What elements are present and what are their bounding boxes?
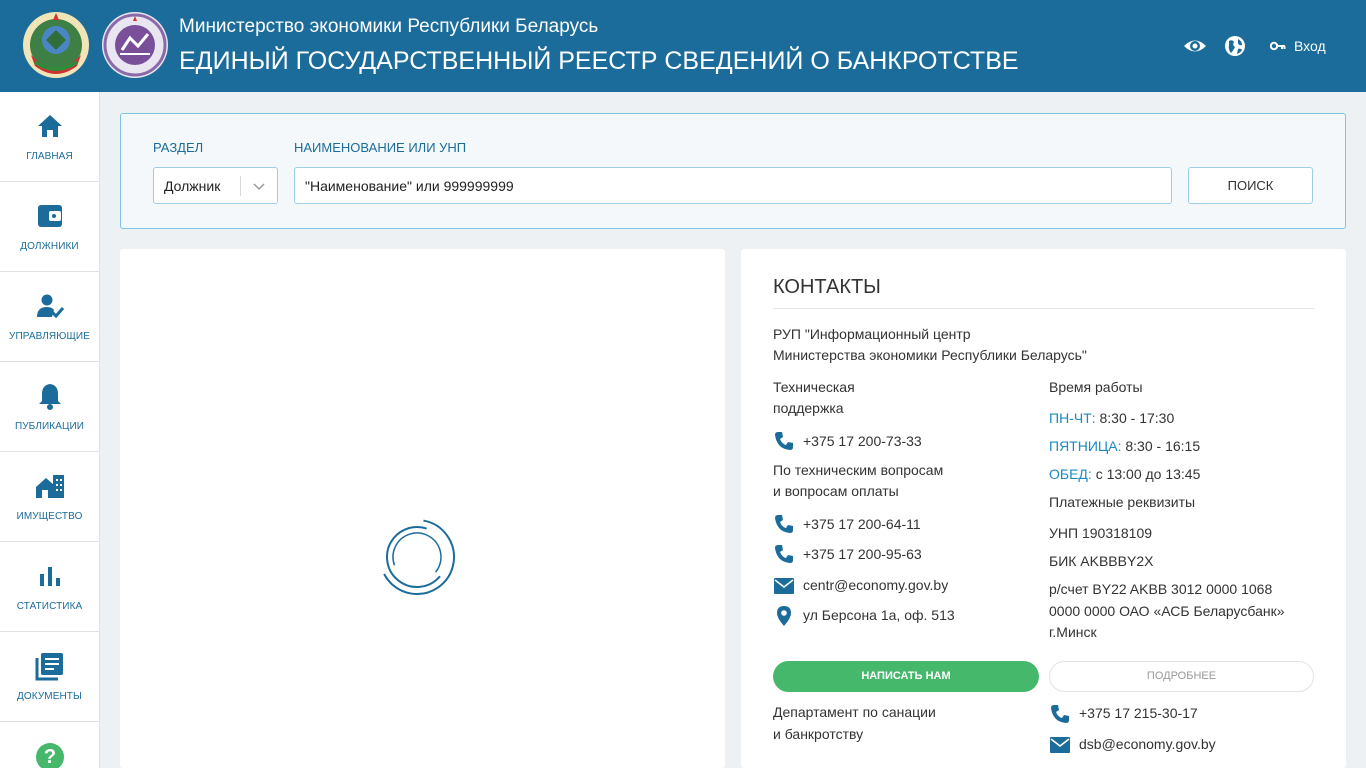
phone-icon: [775, 515, 793, 533]
sidebar-item-label: ГЛАВНАЯ: [26, 151, 73, 162]
location-pin-icon: [777, 606, 791, 626]
login-label: Вход: [1294, 38, 1326, 54]
sidebar-item-label: ДОЛЖНИКИ: [20, 241, 79, 252]
sidebar-item-label: ИМУЩЕСТВО: [16, 511, 83, 522]
sidebar-item-label: ДОКУМЕНТЫ: [17, 691, 82, 702]
home-icon: [38, 115, 62, 137]
payment-title: Платежные реквизиты: [1049, 494, 1196, 510]
documents-icon: [35, 653, 63, 681]
sidebar-item-property[interactable]: ИМУЩЕСТВО: [0, 452, 99, 542]
name-label: НАИМЕНОВАНИЕ ИЛИ УНП: [294, 140, 467, 155]
section-select-value: Должник: [164, 178, 221, 194]
search-input[interactable]: "Наименование" или 999999999: [294, 167, 1172, 204]
phone-icon: [775, 432, 793, 450]
sidebar-item-home[interactable]: ГЛАВНАЯ: [0, 92, 99, 182]
property-icon: [36, 475, 64, 498]
dept-phone[interactable]: +375 17 215-30-17: [1079, 703, 1198, 724]
sidebar: ГЛАВНАЯ ДОЛЖНИКИ УПРАВЛЯЮЩИЕ ПУБЛИКАЦИИ: [0, 92, 100, 768]
sidebar-item-label: СТАТИСТИКА: [16, 601, 83, 612]
header: Министерство экономики Республики Белару…: [0, 0, 1366, 92]
login-button[interactable]: Вход: [1270, 37, 1326, 55]
mail-icon: [1050, 737, 1070, 753]
eye-icon[interactable]: [1183, 35, 1207, 57]
page-title: ЕДИНЫЙ ГОСУДАРСТВЕННЫЙ РЕЕСТР СВЕДЕНИЙ О…: [179, 47, 1019, 75]
sidebar-item-label: УПРАВЛЯЮЩИЕ: [9, 331, 90, 342]
dept-label-line1: Департамент по санации: [773, 704, 936, 720]
sidebar-item-managers[interactable]: УПРАВЛЯЮЩИЕ: [0, 272, 99, 362]
sidebar-item-statistics[interactable]: СТАТИСТИКА: [0, 542, 99, 632]
contact-email[interactable]: centr@economy.gov.by: [803, 575, 948, 596]
payment-account-line1: р/счет BY22 AKBB 3012 0000 1068: [1049, 581, 1273, 597]
bar-chart-icon: [40, 567, 60, 586]
user-check-icon: [37, 294, 65, 319]
mail-icon: [774, 578, 794, 594]
bell-icon: [39, 384, 61, 410]
hours-lunch-label: ОБЕД:: [1049, 466, 1092, 482]
more-button[interactable]: ПОДРОБНЕЕ: [1049, 661, 1314, 692]
key-icon: [1270, 41, 1286, 51]
search-panel: РАЗДЕЛ НАИМЕНОВАНИЕ ИЛИ УНП Должник "Наи…: [120, 113, 1346, 229]
ministry-logo: [102, 12, 168, 78]
hours-title: Время работы: [1049, 379, 1143, 395]
ministry-name: Министерство экономики Республики Белару…: [179, 16, 599, 37]
hours-mon-thu-label: ПН-ЧТ:: [1049, 410, 1096, 426]
tech-label-line1: По техническим вопросам: [773, 462, 944, 478]
support-label-line1: Техническая: [773, 379, 855, 395]
search-button[interactable]: ПОИСК: [1188, 167, 1313, 204]
section-label: РАЗДЕЛ: [153, 140, 204, 155]
tech-label-line2: и вопросам оплаты: [773, 483, 899, 499]
phone-icon: [775, 545, 793, 563]
contact-address: ул Берсона 1а, оф. 513: [803, 607, 955, 623]
help-button[interactable]: ?: [36, 743, 64, 768]
dept-email[interactable]: dsb@economy.gov.by: [1079, 734, 1216, 755]
tech-phone-1[interactable]: +375 17 200-64-11: [803, 514, 921, 535]
wallet-icon: [38, 205, 62, 227]
hours-fri-label: ПЯТНИЦА:: [1049, 438, 1122, 454]
sidebar-item-publications[interactable]: ПУБЛИКАЦИИ: [0, 362, 99, 452]
payment-bik: БИК AKBBBY2X: [1049, 553, 1154, 569]
payment-account-line3: г.Минск: [1049, 624, 1097, 640]
hours-lunch: ОБЕД: с 13:00 до 13:45: [1049, 464, 1200, 485]
section-select[interactable]: Должник: [153, 167, 278, 204]
contacts-title: КОНТАКТЫ: [773, 276, 881, 298]
content-panel: [120, 249, 725, 768]
write-us-button[interactable]: НАПИСАТЬ НАМ: [773, 661, 1039, 692]
org-name-line2: Министерства экономики Республики Белару…: [773, 347, 1087, 363]
hours-fri: ПЯТНИЦА: 8:30 - 16:15: [1049, 436, 1200, 457]
chevron-down-icon: [253, 183, 265, 191]
support-phone[interactable]: +375 17 200-73-33: [803, 431, 922, 452]
divider: [773, 308, 1314, 309]
payment-account-line2: 0000 0000 ОАО «АСБ Беларусбанк»: [1049, 603, 1285, 619]
hours-lunch-value: с 13:00 до 13:45: [1095, 466, 1201, 482]
hours-fri-value: 8:30 - 16:15: [1125, 438, 1201, 454]
org-name-line1: РУП "Информационный центр: [773, 326, 971, 342]
sidebar-item-debtors[interactable]: ДОЛЖНИКИ: [0, 182, 99, 272]
sidebar-item-label: ПУБЛИКАЦИИ: [14, 421, 85, 432]
coat-of-arms-logo: [23, 12, 89, 78]
support-label-line2: поддержка: [773, 400, 844, 416]
hours-mon-thu-value: 8:30 - 17:30: [1099, 410, 1175, 426]
sidebar-item-documents[interactable]: ДОКУМЕНТЫ: [0, 632, 99, 722]
tech-phone-2[interactable]: +375 17 200-95-63: [803, 544, 922, 565]
dept-label-line2: и банкротству: [773, 726, 864, 742]
phone-icon: [1051, 705, 1069, 723]
select-separator: [240, 176, 241, 196]
loading-spinner-icon: [379, 519, 455, 595]
globe-icon[interactable]: [1224, 35, 1246, 57]
hours-mon-thu: ПН-ЧТ: 8:30 - 17:30: [1049, 408, 1174, 429]
payment-unp: УНП 190318109: [1049, 525, 1153, 541]
